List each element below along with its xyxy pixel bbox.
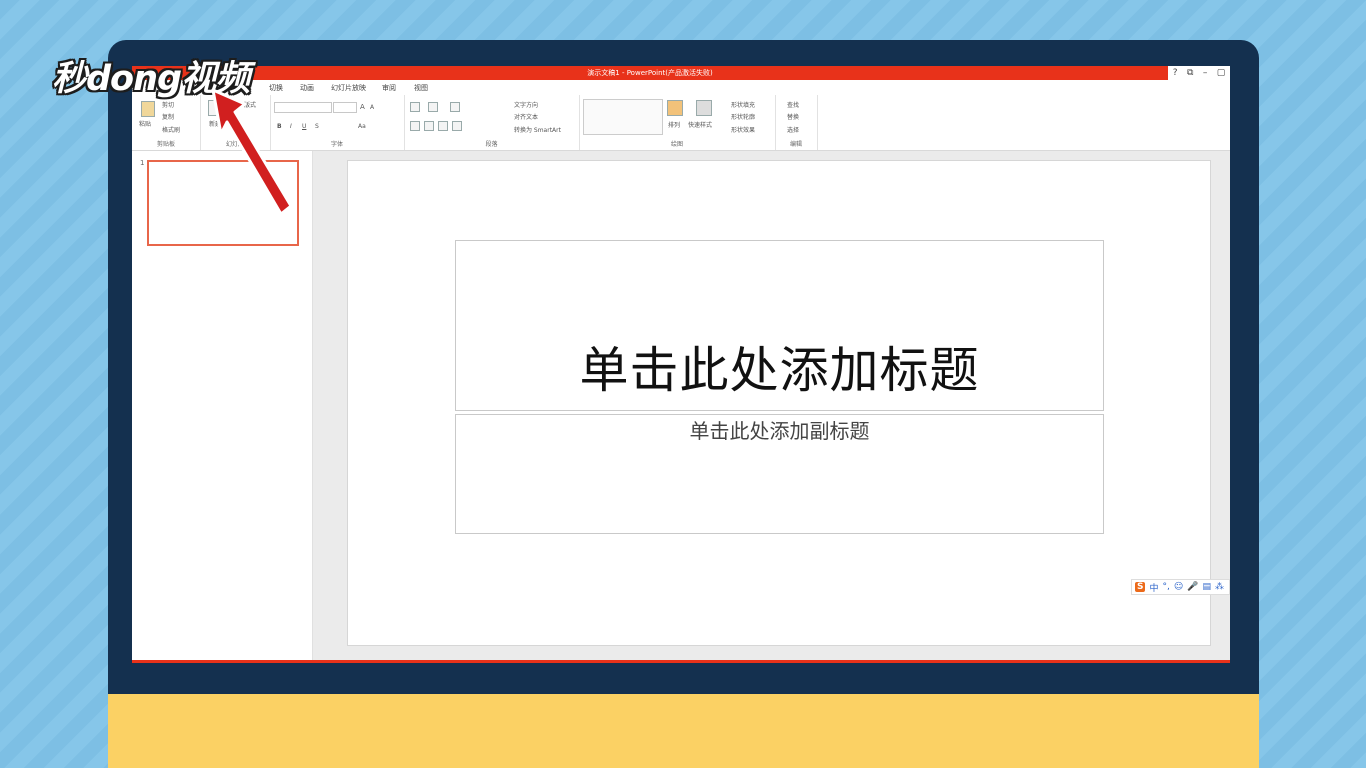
slide-number: 1 <box>140 159 145 167</box>
paste-icon[interactable] <box>141 101 155 117</box>
format-painter-button[interactable]: 格式刷 <box>162 125 180 134</box>
quick-styles-icon[interactable] <box>696 100 712 116</box>
monitor-stand <box>108 694 1259 768</box>
tab-slideshow[interactable]: 幻灯片放映 <box>331 83 366 93</box>
drawing-group-label: 绘图 <box>670 141 683 148</box>
subtitle-placeholder-text: 单击此处添加副标题 <box>689 419 870 443</box>
paragraph-group-label: 段落 <box>485 141 498 148</box>
numbering-icon[interactable] <box>428 102 438 112</box>
sogou-icon[interactable]: S <box>1135 582 1146 592</box>
arrange-button[interactable]: 排列 <box>668 120 680 129</box>
shadow-button[interactable]: S <box>315 123 319 130</box>
status-bar <box>132 660 1230 663</box>
align-right-icon[interactable] <box>438 121 448 131</box>
ribbon-display-button[interactable]: ⧉ <box>1187 68 1193 78</box>
font-size-increase-button[interactable]: A <box>360 103 365 111</box>
bullets-icon[interactable] <box>410 102 420 112</box>
drawing-group: 排列 快速样式 形状填充 形状轮廓 形状效果 绘图 <box>579 95 776 150</box>
shape-outline-button[interactable]: 形状轮廓 <box>731 112 755 121</box>
paragraph-group: 文字方向 对齐文本 转换为 SmartArt 段落 <box>404 95 580 150</box>
shape-effects-button[interactable]: 形状效果 <box>731 125 755 134</box>
replace-button[interactable]: 替换 <box>787 112 799 121</box>
cut-button[interactable]: 剪切 <box>162 100 174 109</box>
tab-view[interactable]: 视图 <box>414 83 428 93</box>
minimize-button[interactable]: – <box>1203 68 1208 78</box>
maximize-button[interactable]: ▢ <box>1217 68 1226 78</box>
window-title: 演示文稿1 - PowerPoint(产品激活失败) <box>132 66 1168 80</box>
ime-more-icon[interactable]: ⁂ <box>1215 582 1224 592</box>
editing-group-label: 编辑 <box>789 141 802 148</box>
arrange-icon[interactable] <box>667 100 683 116</box>
ime-punctuation-icon[interactable]: °, <box>1163 582 1170 592</box>
font-size-select[interactable] <box>333 102 357 113</box>
align-center-icon[interactable] <box>424 121 434 131</box>
text-direction-button[interactable]: 文字方向 <box>514 100 538 109</box>
subtitle-placeholder[interactable]: 单击此处添加副标题 <box>455 414 1104 534</box>
title-placeholder-text: 单击此处添加标题 <box>579 342 980 399</box>
paste-button[interactable]: 粘贴 <box>139 119 151 128</box>
shape-fill-button[interactable]: 形状填充 <box>731 100 755 109</box>
change-case-button[interactable]: Aa <box>358 123 366 130</box>
ime-mode[interactable]: 中 <box>1149 581 1158 594</box>
shapes-gallery[interactable] <box>583 99 663 135</box>
slide-canvas[interactable]: 单击此处添加标题 单击此处添加副标题 <box>347 160 1211 646</box>
ime-voice-icon[interactable]: 🎤 <box>1187 582 1198 592</box>
title-placeholder[interactable]: 单击此处添加标题 <box>455 240 1104 411</box>
slide-thumbnail-pane: 1 <box>132 151 313 660</box>
align-left-icon[interactable] <box>410 121 420 131</box>
pointer-arrow-icon <box>211 88 293 216</box>
window-controls: ? ⧉ – ▢ <box>1168 66 1230 80</box>
indent-icon[interactable] <box>450 102 460 112</box>
clipboard-group-label: 剪贴板 <box>156 141 175 148</box>
quick-styles-button[interactable]: 快速样式 <box>688 120 712 129</box>
help-button[interactable]: ? <box>1173 68 1178 78</box>
ime-keyboard-icon[interactable]: ▤ <box>1202 582 1211 592</box>
font-size-decrease-button[interactable]: A <box>370 104 374 111</box>
find-button[interactable]: 查找 <box>787 100 799 109</box>
ime-emoji-icon[interactable]: ☺ <box>1174 582 1183 592</box>
ime-toolbar[interactable]: S 中 °, ☺ 🎤 ▤ ⁂ <box>1131 579 1230 595</box>
align-text-button[interactable]: 对齐文本 <box>514 112 538 121</box>
editing-group: 查找 替换 选择 编辑 <box>775 95 818 150</box>
clipboard-group: 粘贴 剪切 复制 格式刷 剪贴板 <box>132 95 201 150</box>
select-button[interactable]: 选择 <box>787 125 799 134</box>
justify-icon[interactable] <box>452 121 462 131</box>
copy-button[interactable]: 复制 <box>162 112 174 121</box>
smartart-button[interactable]: 转换为 SmartArt <box>514 125 561 134</box>
tab-review[interactable]: 审阅 <box>382 83 396 93</box>
slide-editor: 单击此处添加标题 单击此处添加副标题 <box>313 151 1230 660</box>
